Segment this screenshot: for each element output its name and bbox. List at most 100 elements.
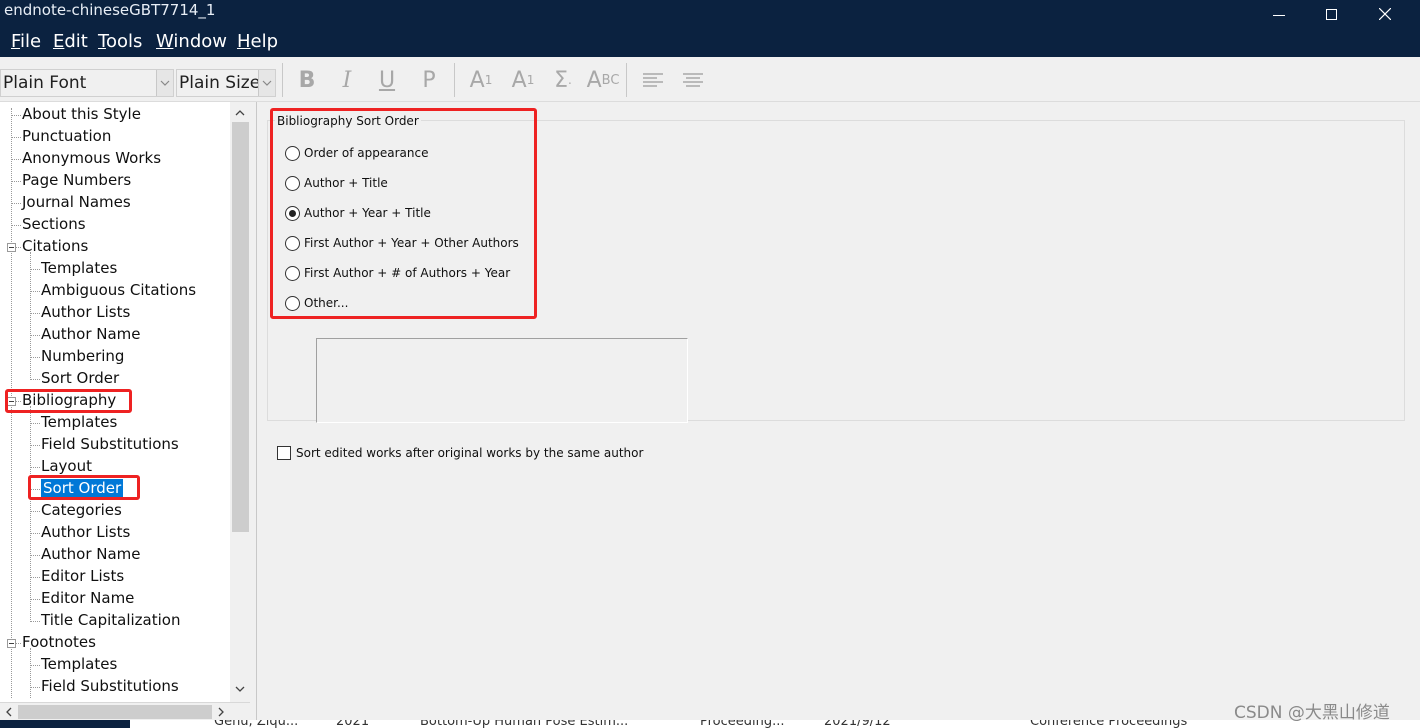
menu-edit[interactable]: Edit [53, 31, 88, 52]
tree-item[interactable]: Punctuation [22, 127, 111, 145]
tree-vertical-scrollbar[interactable] [230, 102, 250, 702]
tree-item[interactable]: Sort Order [41, 369, 119, 387]
annotation-highlight-sort-options [270, 108, 537, 319]
tree-item-label: Citations [22, 237, 89, 255]
menu-help-label: elp [250, 31, 279, 52]
annotation-highlight-sort-order [28, 475, 140, 500]
maximize-button[interactable] [1308, 0, 1354, 28]
tree-item[interactable]: About this Style [22, 105, 141, 123]
tree-connector [31, 555, 40, 556]
close-button[interactable] [1362, 0, 1408, 28]
tree-connector [31, 269, 40, 270]
tree-guide-line [30, 252, 31, 380]
subscript-button[interactable]: A1 [506, 65, 540, 95]
tree-item[interactable]: Sections [22, 215, 86, 233]
tree-item[interactable]: Footnotes [22, 633, 96, 651]
tree-item[interactable]: Layout [41, 457, 92, 475]
sigma-icon: Σ [554, 67, 569, 93]
tree-connector [12, 115, 21, 116]
menu-file[interactable]: File [11, 31, 41, 52]
font-select[interactable]: Plain Font [0, 69, 174, 97]
size-select[interactable]: Plain Size [176, 69, 276, 97]
menu-help[interactable]: Help [237, 31, 278, 52]
underline-button[interactable]: U [370, 65, 404, 95]
tree-item[interactable]: Journal Names [22, 193, 131, 211]
tree-connector [31, 621, 40, 622]
menu-window-label: indow [173, 31, 227, 52]
tree-item[interactable]: Title Capitalization [41, 611, 180, 629]
collapse-icon[interactable] [7, 639, 16, 648]
background-text: Genu, Ziqu... [214, 720, 299, 728]
chevron-right-icon [218, 707, 224, 717]
superscript-icon: A [469, 67, 485, 93]
menu-tools[interactable]: Tools [98, 31, 142, 52]
tree-item[interactable]: Editor Lists [41, 567, 124, 585]
tree-item-label: Editor Name [41, 589, 135, 607]
menu-window[interactable]: Window [156, 31, 227, 52]
scroll-right-button[interactable] [212, 703, 230, 721]
tree-guide-line [30, 406, 31, 622]
small-caps-button[interactable]: A BC [584, 65, 622, 95]
tree-item[interactable]: Field Substitutions [41, 435, 179, 453]
tree-connector [12, 159, 21, 160]
checkbox-label: Sort edited works after original works b… [296, 446, 644, 460]
small-caps-icon: A [586, 67, 602, 93]
tree-item[interactable]: Editor Name [41, 589, 134, 607]
tree-item[interactable]: Author Name [41, 545, 141, 563]
tree-item-label: Punctuation [22, 127, 112, 145]
tree-item[interactable]: Templates [41, 655, 117, 673]
align-left-button[interactable] [636, 65, 670, 95]
background-text: 2021/9/12 [824, 720, 891, 728]
scroll-thumb[interactable] [18, 705, 212, 719]
tree-connector [31, 445, 40, 446]
chevron-down-icon[interactable] [156, 70, 173, 96]
collapse-icon[interactable] [7, 243, 16, 252]
tree-item[interactable]: Citations [22, 237, 88, 255]
plain-button[interactable]: P [412, 65, 446, 95]
italic-button[interactable]: I [330, 65, 364, 95]
chevron-down-icon[interactable] [258, 70, 275, 96]
tree-item[interactable]: Field Substitutions [41, 677, 179, 695]
menu-edit-label: dit [64, 31, 88, 52]
tree-connector [31, 665, 40, 666]
tree-item-label: Numbering [41, 347, 125, 365]
other-sort-field[interactable] [316, 338, 688, 423]
checkbox-box[interactable] [277, 446, 291, 460]
tree-item[interactable]: Templates [41, 259, 117, 277]
small-caps-mark: BC [601, 72, 620, 88]
bold-button[interactable]: B [290, 65, 324, 95]
tree-item[interactable]: Page Numbers [22, 171, 131, 189]
align-left-icon [643, 73, 663, 87]
tree-item-label: Author Name [41, 545, 141, 563]
background-text: 2021 [336, 720, 370, 728]
tree-item[interactable]: Templates [41, 413, 117, 431]
tree-horizontal-scrollbar[interactable] [0, 702, 250, 720]
symbol-button[interactable]: Σ. [546, 65, 580, 95]
tree-item[interactable]: Categories [41, 501, 122, 519]
scroll-left-button[interactable] [0, 703, 18, 721]
tree-guide-line [30, 648, 31, 698]
minimize-icon [1273, 14, 1285, 16]
title-bar: endnote-chineseGBT7714_1 [0, 0, 1420, 30]
superscript-mark: 1 [484, 73, 493, 87]
tree-connector [31, 291, 40, 292]
sort-edited-works-checkbox[interactable]: Sort edited works after original works b… [277, 444, 643, 462]
tree-item[interactable]: Author Lists [41, 523, 130, 541]
scroll-up-button[interactable] [230, 104, 250, 122]
tree-item[interactable]: Author Name [41, 325, 141, 343]
minimize-button[interactable] [1256, 0, 1302, 28]
scroll-down-button[interactable] [230, 680, 250, 698]
annotation-highlight-bibliography [5, 389, 132, 413]
background-text: Bottom-Up Human Pose Estim... [420, 720, 629, 728]
tree-item[interactable]: Anonymous Works [22, 149, 161, 167]
symbol-mark: . [568, 73, 572, 87]
align-center-icon [683, 73, 703, 87]
superscript-button[interactable]: A1 [464, 65, 498, 95]
tree-item[interactable]: Ambiguous Citations [41, 281, 196, 299]
tree-connector [31, 467, 40, 468]
font-select-value: Plain Font [3, 73, 87, 93]
align-center-button[interactable] [676, 65, 710, 95]
tree-item[interactable]: Numbering [41, 347, 124, 365]
scroll-thumb[interactable] [232, 122, 249, 532]
tree-item[interactable]: Author Lists [41, 303, 130, 321]
